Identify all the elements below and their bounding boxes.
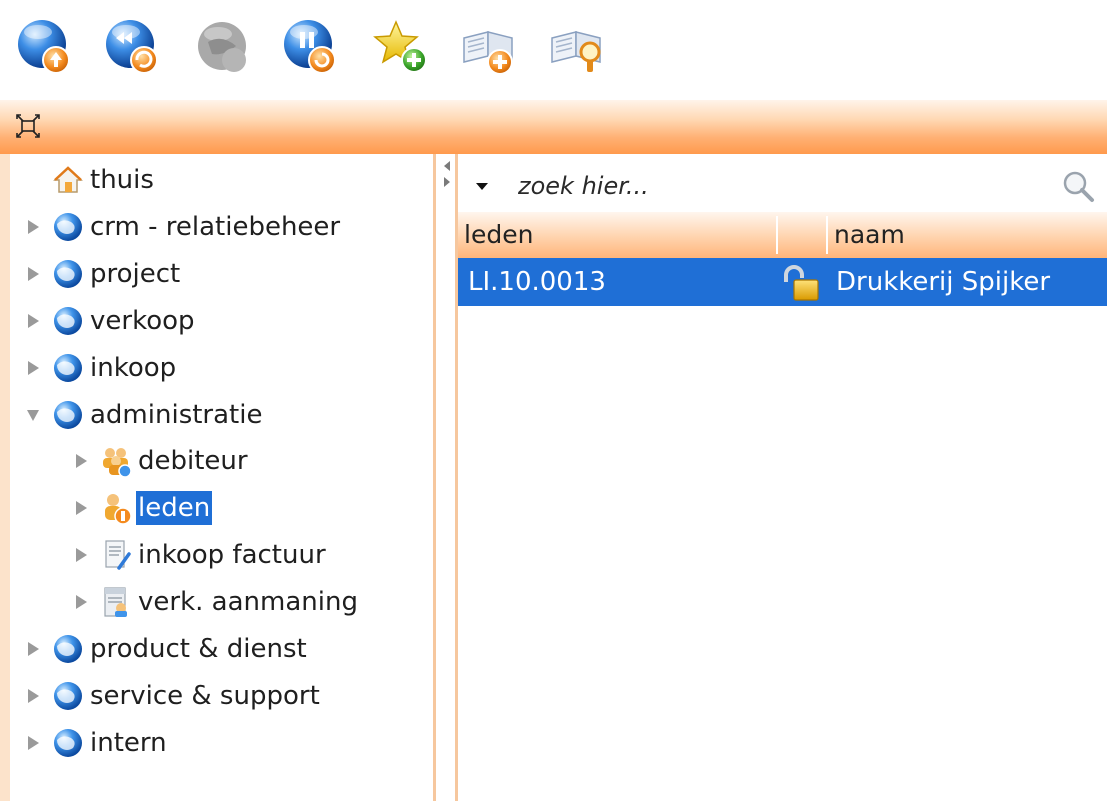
tree-expand-arrow-icon[interactable] (66, 488, 96, 528)
invoice-icon (96, 535, 136, 575)
tree-item-label: verkoop (90, 305, 195, 336)
tree-item[interactable]: product & dienst (18, 629, 309, 669)
grid-header: leden naam (458, 212, 1107, 258)
table-row[interactable]: LI.10.0013 Drukkerij Spijker (458, 258, 1107, 306)
tree-expand-arrow-icon[interactable] (18, 301, 48, 341)
book-search-icon[interactable] (546, 16, 608, 78)
tree-item[interactable]: service & support (18, 676, 322, 716)
search-bar (458, 154, 1107, 212)
cell-naam: Drukkerij Spijker (836, 267, 1051, 297)
tree-expand-arrow-icon[interactable] (66, 535, 96, 575)
tree-item[interactable]: project (18, 254, 182, 294)
tree-expand-arrow-icon[interactable] (18, 254, 48, 294)
tree-item[interactable]: leden (66, 488, 213, 528)
expand-right-icon[interactable] (442, 176, 452, 188)
tree-item-label: inkoop factuur (138, 540, 326, 571)
globe-pause-icon[interactable] (280, 16, 342, 78)
search-dropdown-icon[interactable] (470, 176, 494, 196)
tree-item[interactable]: debiteur (66, 441, 250, 481)
tree-item[interactable]: thuis (18, 160, 156, 200)
globe-icon (48, 629, 88, 669)
column-header-naam[interactable]: naam (828, 212, 1107, 258)
tree-item-label: project (90, 258, 181, 289)
tree-item[interactable]: administratie (18, 395, 264, 435)
users-icon (96, 441, 136, 481)
tree-item[interactable]: crm - relatiebeheer (18, 207, 342, 247)
tree-item-label: crm - relatiebeheer (90, 211, 341, 242)
tree-expand-arrow-icon[interactable] (18, 207, 48, 247)
column-header-status[interactable] (778, 212, 826, 258)
book-add-icon[interactable] (458, 16, 520, 78)
tree-item-label: intern (90, 727, 167, 758)
tree-item-label: thuis (90, 165, 154, 195)
globe-disabled-icon[interactable] (192, 16, 254, 78)
tree-item[interactable]: inkoop (18, 348, 178, 388)
tree-item[interactable]: verkoop (18, 301, 197, 341)
collapse-left-icon[interactable] (442, 160, 452, 172)
star-add-icon[interactable] (370, 16, 432, 78)
globe-icon (48, 395, 88, 435)
navigation-tree: thuis crm - relatiebeheer project verkoop in… (0, 154, 436, 801)
globe-upload-icon[interactable] (14, 16, 76, 78)
globe-icon (48, 301, 88, 341)
search-icon[interactable] (1060, 168, 1096, 204)
tree-collapse-arrow-icon[interactable] (18, 395, 48, 435)
reminder-icon (96, 582, 136, 622)
tree-expand-arrow-icon[interactable] (66, 582, 96, 622)
tree-expand-arrow-icon[interactable] (66, 441, 96, 481)
globe-icon (48, 723, 88, 763)
tree-item[interactable]: intern (18, 723, 169, 763)
tree-item-label: debiteur (138, 446, 248, 477)
main-toolbar (0, 0, 1107, 100)
tree-expand-arrow-icon[interactable] (18, 723, 48, 763)
tree-item[interactable]: inkoop factuur (66, 535, 328, 575)
tree-expand-arrow-icon[interactable] (18, 676, 48, 716)
tree-item-label: verk. aanmaning (138, 587, 358, 618)
cell-leden: LI.10.0013 (468, 267, 606, 297)
content-panel: leden naam LI.10.0013 Drukkerij Spijker (458, 154, 1107, 801)
panel-title-bar (0, 100, 1107, 154)
collapse-arrows-icon[interactable] (14, 112, 42, 140)
tree-item-label: product & dienst (90, 634, 307, 664)
globe-icon (48, 207, 88, 247)
lock-open-icon (784, 265, 819, 301)
globe-icon (48, 676, 88, 716)
panel-splitter[interactable] (436, 154, 458, 801)
column-header-leden[interactable]: leden (458, 212, 776, 258)
home-icon (48, 160, 88, 200)
globe-icon (48, 348, 88, 388)
globe-icon (48, 254, 88, 294)
tree-expand-arrow-icon[interactable] (18, 629, 48, 669)
tree-item-label: administratie (90, 399, 263, 430)
member-icon (96, 488, 136, 528)
search-input[interactable] (518, 166, 1038, 206)
tree-item-label: leden (136, 491, 213, 526)
tree-item[interactable]: verk. aanmaning (66, 582, 360, 622)
globe-refresh-icon[interactable] (102, 16, 164, 78)
tree-item-label: inkoop (90, 352, 177, 383)
tree-expand-arrow-icon[interactable] (18, 348, 48, 388)
tree-item-label: service & support (90, 680, 320, 711)
